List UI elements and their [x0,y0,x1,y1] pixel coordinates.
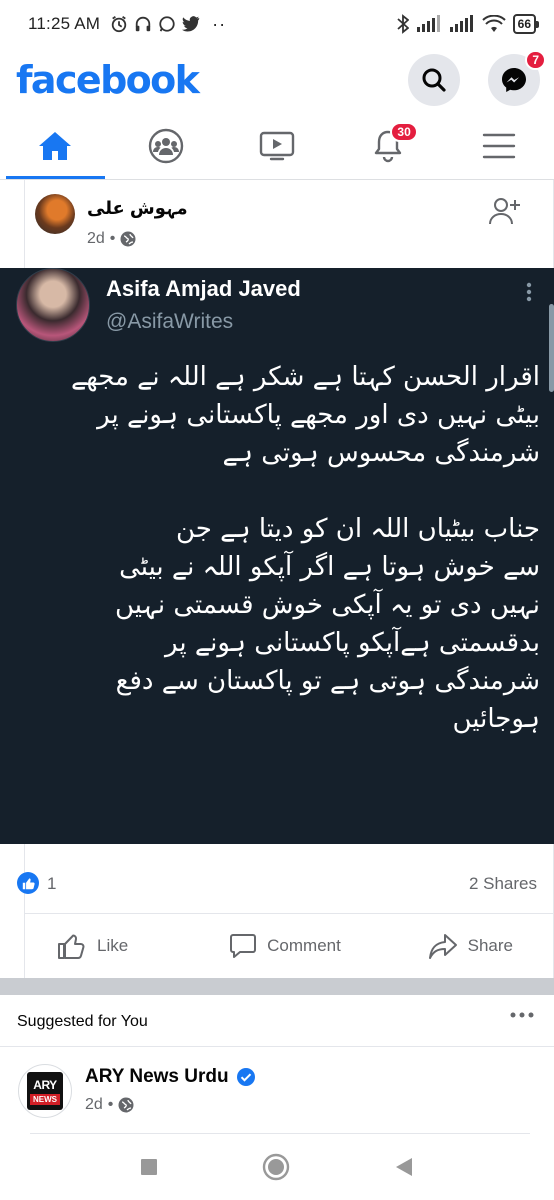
more-dots-icon: ·· [212,13,227,34]
more-horizontal-icon[interactable] [510,1011,534,1019]
tab-menu[interactable] [443,112,554,179]
messenger-button[interactable]: 7 [488,50,546,106]
comment-button[interactable]: Comment [209,914,361,978]
tweet-line: شرمندگی محسوس ہوتی ہے [222,438,540,468]
verified-badge-icon [236,1068,255,1086]
thumbs-up-icon [58,934,85,959]
add-friend-icon[interactable] [487,194,523,230]
tab-home[interactable] [0,112,111,179]
battery-icon: 66 [512,14,540,34]
menu-icon [482,133,515,158]
messenger-icon [502,68,526,92]
tweet-screenshot[interactable]: Asifa Amjad Javed @AsifaWrites اقرار الح… [0,268,554,844]
tweet-line: جناب بیٹیاں اللہ ان کو دیتا ہے جن [176,514,540,544]
tweet-line: بیٹی نہیں دی اور مجھے پاکستانی ہونے پر [97,400,540,430]
share-button[interactable]: Share [361,914,553,978]
more-vertical-icon [526,282,532,302]
share-count[interactable]: 2 Shares [469,874,537,894]
search-icon [422,68,446,92]
post-author[interactable]: مہوش علی [87,198,188,219]
like-button[interactable]: Like [25,914,209,978]
tweet-text: اقرار الحسن کہتا ہے شکر ہے اللہ نے مجھے … [30,358,540,738]
tweet-author-name: Asifa Amjad Javed [106,276,301,301]
search-button[interactable] [408,54,460,106]
share-arrow-icon [428,934,457,959]
page-avatar[interactable]: ARY NEWS [18,1064,72,1118]
post-actions: Like Comment Share [25,914,553,978]
bluetooth-icon [397,14,409,34]
app-header: facebook 7 [0,48,554,112]
comment-label: Comment [267,936,341,955]
headphones-icon [135,16,151,32]
page-name[interactable]: ARY News Urdu [85,1066,229,1088]
main-nav-tabs: 30 [0,112,554,180]
wifi-icon [481,15,506,32]
like-reaction-icon[interactable] [17,872,39,894]
share-label: Share [467,936,513,955]
video-icon [259,131,295,160]
globe-icon [120,231,136,247]
tab-groups[interactable] [111,112,222,179]
messenger-badge: 7 [525,50,546,70]
feed-divider [0,978,554,995]
reactions-bar: 1 2 Shares [17,844,553,914]
page-post-time[interactable]: 2d [85,1096,103,1114]
home-icon [39,131,72,160]
tweet-line: سے خوش ہوتا ہے اگر آپکو اللہ نے بیٹی [119,552,540,582]
image-scrollbar [549,304,554,392]
post-footer: 1 2 Shares Like Comment Share [17,844,554,978]
tweet-avatar [16,268,90,342]
signal-icon [449,15,473,32]
tweet-line: بدقسمتی ہےآپکو پاکستانی ہونے پر [165,628,540,658]
post-header: مہوش علی 2d • [24,180,554,268]
like-label: Like [97,936,129,955]
tweet-handle: @AsifaWrites [106,310,234,333]
back-button-icon[interactable] [394,1156,414,1178]
status-time: 11:25 AM [28,14,101,33]
post-time[interactable]: 2d [87,230,105,248]
signal-icon [416,15,440,32]
facebook-logo[interactable]: facebook [16,58,200,102]
alarm-icon [111,16,127,33]
system-nav-bar [0,1134,554,1200]
ary-news-logo: ARY NEWS [27,1072,63,1110]
like-count[interactable]: 1 [47,874,56,894]
groups-icon [148,128,184,163]
twitter-icon [182,16,200,32]
globe-icon [118,1097,134,1113]
tab-notifications[interactable]: 30 [332,112,443,179]
tweet-line: شرمندگی ہوتی ہے تو پاکستان سے دفع [115,666,540,696]
comment-icon [230,934,257,958]
suggested-label: Suggested for You [17,1013,148,1030]
tweet-line: ہوجائیں [452,704,540,734]
home-button-icon[interactable] [262,1153,290,1181]
recents-button-icon[interactable] [140,1158,158,1176]
author-avatar[interactable] [35,194,75,234]
suggested-header: Suggested for You [0,995,554,1047]
tweet-line: اقرار الحسن کہتا ہے شکر ہے اللہ نے مجھے [70,362,540,392]
whatsapp-icon [159,16,175,32]
tweet-line: نہیں دی تو یہ آپکی خوش قسمتی نہیں [114,590,540,620]
tab-watch[interactable] [222,112,333,179]
notifications-badge: 30 [390,122,418,142]
status-bar: 11:25 AM ·· 66 [0,0,554,48]
